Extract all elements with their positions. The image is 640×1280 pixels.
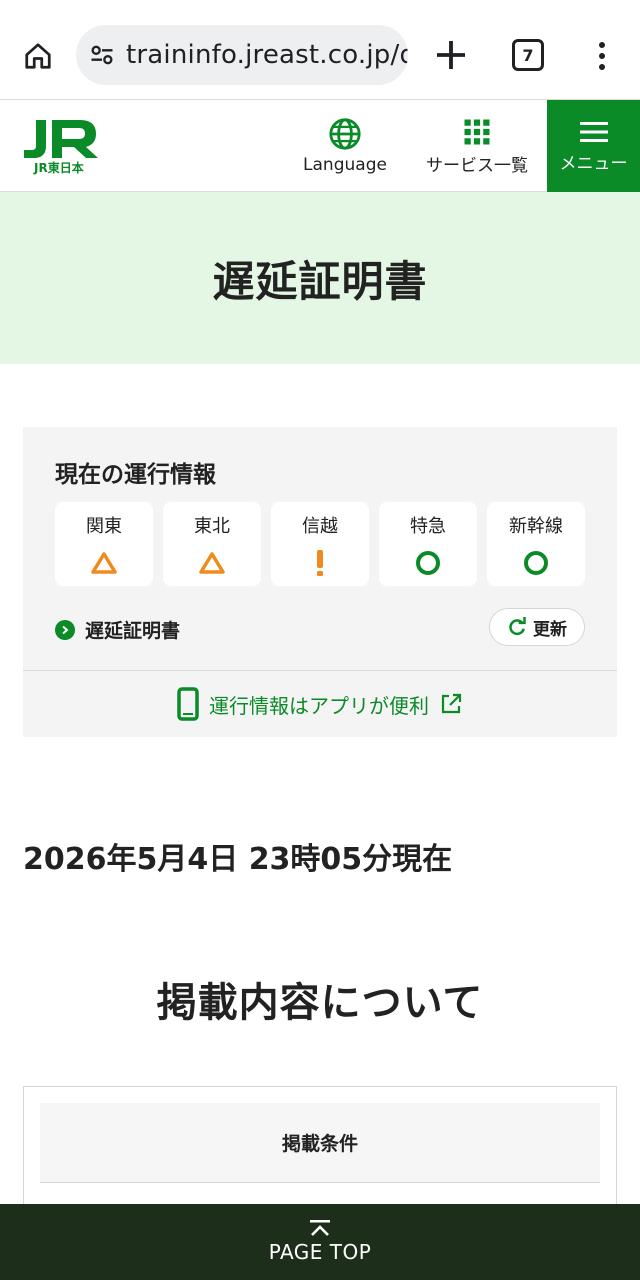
tab-switcher-button[interactable]: 7	[512, 39, 544, 71]
dot-icon	[599, 42, 605, 48]
language-label: Language	[303, 155, 387, 175]
hamburger-icon	[579, 121, 608, 142]
jr-logo-icon: JR東日本	[24, 120, 98, 175]
refresh-label: 更新	[533, 619, 567, 640]
services-label: サービス一覧	[426, 155, 528, 176]
operation-status-panel: 現在の運行情報 関東 東北 信越 特急 新幹線 遅延証明書 更新 運行情報はアプ…	[23, 427, 617, 737]
language-button[interactable]: Language	[300, 100, 390, 192]
status-heading: 現在の運行情報	[55, 462, 216, 488]
region-name: 信越	[302, 516, 338, 537]
region-name: 東北	[194, 516, 230, 537]
refresh-button[interactable]: 更新	[489, 608, 585, 646]
plus-icon	[437, 41, 465, 69]
browser-toolbar: traininfo.jreast.co.jp/d 7	[0, 0, 640, 100]
url-text: traininfo.jreast.co.jp/d	[126, 40, 408, 70]
dot-icon	[599, 53, 605, 59]
dot-icon	[599, 64, 605, 70]
grid-icon	[464, 119, 490, 144]
region-card-tohoku[interactable]: 東北	[163, 502, 261, 586]
region-card-kanto[interactable]: 関東	[55, 502, 153, 586]
delay-certificate-link[interactable]: 遅延証明書	[55, 616, 180, 643]
section-heading: 掲載内容について	[156, 980, 484, 1026]
region-card-shinkansen[interactable]: 新幹線	[487, 502, 585, 586]
page-top-label: PAGE TOP	[268, 1240, 372, 1264]
new-tab-button[interactable]	[430, 34, 472, 76]
menu-button[interactable]: メニュー	[547, 100, 640, 192]
triangle-icon	[197, 548, 227, 578]
region-list: 関東 東北 信越 特急 新幹線	[55, 502, 585, 586]
region-name: 特急	[410, 516, 446, 537]
circle-icon	[413, 548, 443, 578]
logo-subtext: JR東日本	[33, 160, 84, 175]
globe-icon	[329, 118, 361, 150]
region-name: 関東	[86, 516, 122, 537]
app-promo-label: 運行情報はアプリが便利	[209, 693, 429, 718]
delay-certificate-label: 遅延証明書	[85, 620, 181, 642]
address-bar[interactable]: traininfo.jreast.co.jp/d	[76, 25, 408, 85]
home-button[interactable]	[18, 36, 58, 76]
page-title: 遅延証明書	[212, 256, 428, 306]
page-top-button[interactable]: PAGE TOP	[0, 1204, 640, 1280]
region-card-shinetsu[interactable]: 信越	[271, 502, 369, 586]
menu-label: メニュー	[559, 153, 628, 174]
region-name: 新幹線	[509, 516, 563, 537]
site-header: JR東日本 Language サービス一覧 メニュー	[0, 100, 640, 192]
site-settings-icon[interactable]	[88, 41, 116, 69]
app-promo-link[interactable]: 運行情報はアプリが便利	[23, 671, 617, 737]
table-header-label: 掲載条件	[281, 1133, 358, 1155]
title-band: 遅延証明書	[0, 192, 640, 364]
chevron-up-icon	[310, 1220, 330, 1236]
smartphone-icon	[177, 687, 199, 721]
chevron-right-icon	[55, 619, 75, 640]
region-card-limited-express[interactable]: 特急	[379, 502, 477, 586]
triangle-icon	[89, 548, 119, 578]
external-link-icon	[441, 693, 462, 714]
more-menu-button[interactable]	[590, 36, 614, 76]
services-list-button[interactable]: サービス一覧	[420, 100, 534, 192]
exclamation-icon	[305, 548, 335, 578]
refresh-icon	[509, 617, 526, 636]
circle-icon	[521, 548, 551, 578]
jr-east-logo[interactable]: JR東日本	[22, 116, 102, 176]
home-icon	[25, 43, 51, 69]
table-header: 掲載条件	[40, 1103, 600, 1183]
current-timestamp: 2026年5月4日 23時05分現在	[23, 842, 453, 877]
